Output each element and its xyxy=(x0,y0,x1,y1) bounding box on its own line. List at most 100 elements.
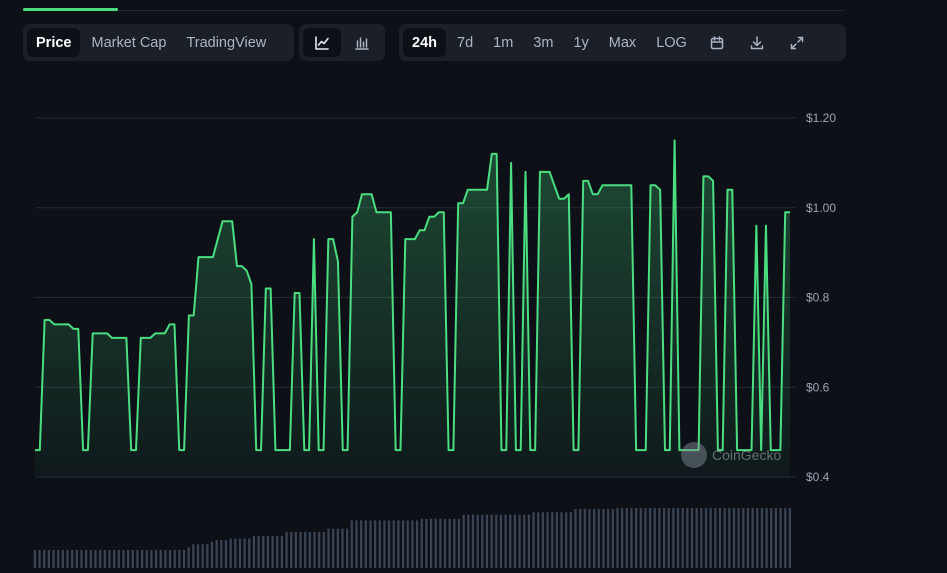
volume-bar xyxy=(397,520,400,568)
volume-bar xyxy=(346,528,349,568)
volume-bar xyxy=(89,549,92,568)
volume-bar xyxy=(774,508,778,568)
volume-bar xyxy=(551,512,554,568)
volume-bar xyxy=(504,514,507,568)
volume-bar xyxy=(313,531,316,568)
volume-bar xyxy=(33,549,36,568)
volume-bar xyxy=(555,512,558,568)
volume-bar xyxy=(779,508,782,568)
volume-bar xyxy=(700,508,703,568)
volume-bar xyxy=(457,518,461,568)
volume-bar xyxy=(173,549,176,568)
volume-bar xyxy=(66,549,69,568)
volume-bar xyxy=(644,508,647,568)
volume-bar xyxy=(215,540,218,568)
volume-bar xyxy=(257,536,260,568)
volume-bar xyxy=(546,512,549,568)
volume-bar xyxy=(276,536,279,568)
price-chart: $1.20 $1.00 $0.8 $0.6 $0.4 xyxy=(33,111,836,568)
volume-bar xyxy=(532,512,535,568)
volume-bar xyxy=(406,520,409,568)
volume-bar xyxy=(332,528,335,568)
volume-bar xyxy=(462,514,465,568)
volume-bar xyxy=(299,531,302,568)
volume-bar xyxy=(154,549,158,568)
y-tick-label: $0.8 xyxy=(806,291,830,305)
volume-bar xyxy=(625,508,628,568)
volume-bar xyxy=(593,508,596,568)
volume-bar xyxy=(588,508,591,568)
volume-bar xyxy=(695,508,698,568)
volume-bar xyxy=(425,518,428,568)
volume-bar xyxy=(411,520,414,568)
y-tick-label: $0.6 xyxy=(806,380,830,394)
volume-bar xyxy=(383,520,386,568)
volume-bar xyxy=(756,508,759,568)
volume-bar xyxy=(122,549,125,568)
volume-bar xyxy=(150,549,153,568)
volume-bar xyxy=(210,541,214,568)
volume-bar xyxy=(38,549,41,568)
volume-bar xyxy=(262,536,265,568)
volume-bar xyxy=(248,538,251,568)
volume-bar xyxy=(565,512,568,568)
volume-bars xyxy=(33,508,791,568)
volume-bar xyxy=(709,508,712,568)
volume-bar xyxy=(369,520,372,568)
volume-bar xyxy=(467,514,470,568)
volume-bar xyxy=(658,508,661,568)
volume-bar xyxy=(690,508,694,568)
volume-bar xyxy=(784,508,787,568)
volume-bar xyxy=(434,518,437,568)
volume-bar xyxy=(220,540,223,568)
volume-bar xyxy=(94,549,97,568)
volume-bar xyxy=(523,514,526,568)
volume-bar xyxy=(611,508,614,568)
volume-bar xyxy=(527,514,531,568)
volume-bar xyxy=(308,531,311,568)
volume-bar xyxy=(635,508,638,568)
volume-bar xyxy=(140,549,144,568)
coingecko-logo-icon xyxy=(681,442,707,468)
volume-bar xyxy=(746,508,750,568)
volume-bar xyxy=(579,508,582,568)
watermark-text: CoinGecko xyxy=(712,447,782,463)
volume-bar xyxy=(509,514,512,568)
volume-bar xyxy=(294,531,297,568)
volume-bar xyxy=(43,549,46,568)
volume-bar xyxy=(495,514,498,568)
volume-bar xyxy=(47,549,50,568)
volume-bar xyxy=(737,508,740,568)
volume-bar xyxy=(537,512,540,568)
volume-bar xyxy=(99,549,102,568)
volume-bar xyxy=(443,518,447,568)
volume-bar xyxy=(355,520,358,568)
volume-bar xyxy=(718,508,722,568)
volume-bar xyxy=(392,520,395,568)
volume-bar xyxy=(234,538,237,568)
volume-bar xyxy=(131,549,134,568)
volume-bar xyxy=(597,508,600,568)
volume-bar xyxy=(243,538,246,568)
volume-bar xyxy=(136,549,139,568)
volume-bar xyxy=(271,536,274,568)
volume-bar xyxy=(401,520,405,568)
volume-bar xyxy=(71,549,74,568)
volume-bar xyxy=(164,549,167,568)
volume-bar xyxy=(285,531,288,568)
volume-bar xyxy=(388,520,391,568)
volume-bar xyxy=(229,538,232,568)
volume-bar xyxy=(103,549,106,568)
volume-bar xyxy=(266,536,270,568)
volume-bar xyxy=(182,549,186,568)
volume-bar xyxy=(639,508,642,568)
volume-bar xyxy=(415,520,419,568)
volume-bar xyxy=(364,520,367,568)
volume-bar xyxy=(621,508,624,568)
volume-bar xyxy=(341,528,344,568)
volume-bar xyxy=(490,514,493,568)
volume-bar xyxy=(630,508,633,568)
volume-bar xyxy=(574,508,577,568)
volume-bar xyxy=(453,518,456,568)
volume-bar xyxy=(57,549,60,568)
